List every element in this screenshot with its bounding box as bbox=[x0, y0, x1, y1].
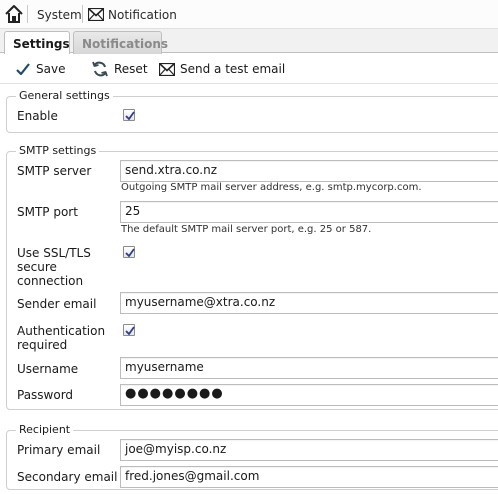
username-input[interactable]: myusername bbox=[120, 357, 498, 379]
home-icon[interactable] bbox=[3, 3, 25, 25]
password-input[interactable]: ●●●●●●●● bbox=[120, 384, 498, 406]
tab-settings[interactable]: Settings bbox=[4, 31, 70, 55]
breadcrumb-notification[interactable]: Notification bbox=[108, 8, 177, 22]
smtp-server-label: SMTP server bbox=[17, 164, 92, 178]
save-icon bbox=[15, 61, 31, 77]
smtp-port-input[interactable]: 25 bbox=[120, 201, 498, 223]
breadcrumb-system[interactable]: System bbox=[37, 8, 82, 22]
reset-label: Reset bbox=[114, 62, 148, 76]
secondary-email-label: Secondary email bbox=[17, 470, 118, 484]
smtp-settings-legend: SMTP settings bbox=[16, 144, 100, 158]
smtp-port-label: SMTP port bbox=[17, 205, 78, 219]
send-test-email-label: Send a test email bbox=[180, 62, 286, 76]
enable-checkbox[interactable] bbox=[123, 109, 135, 121]
primary-email-input[interactable]: joe@myisp.co.nz bbox=[120, 439, 498, 461]
smtp-server-input[interactable]: send.xtra.co.nz bbox=[120, 160, 498, 182]
smtp-port-hint: The default SMTP mail server port, e.g. … bbox=[121, 224, 372, 235]
enable-label: Enable bbox=[17, 109, 58, 123]
toolbar: Save Reset Send a test email bbox=[0, 54, 498, 84]
envelope-icon bbox=[159, 62, 175, 76]
ssl-label-line3: connection bbox=[17, 274, 84, 288]
sender-email-input[interactable]: myusername@xtra.co.nz bbox=[120, 292, 498, 314]
send-test-email-button[interactable]: Send a test email bbox=[159, 59, 285, 79]
secondary-email-input[interactable]: fred.jones@gmail.com bbox=[120, 466, 498, 488]
general-settings-group: General settings bbox=[6, 89, 498, 133]
breadcrumb-divider bbox=[27, 5, 28, 23]
ssl-label-line1: Use SSL/TLS bbox=[17, 246, 91, 260]
general-settings-legend: General settings bbox=[16, 89, 113, 103]
refresh-icon bbox=[91, 60, 109, 78]
breadcrumb-divider bbox=[82, 5, 83, 23]
username-label: Username bbox=[17, 362, 79, 376]
ssl-label-line2: secure bbox=[17, 260, 57, 274]
auth-label-line1: Authentication bbox=[17, 324, 106, 338]
breadcrumb: System Notification bbox=[0, 0, 498, 29]
smtp-server-hint: Outgoing SMTP mail server address, e.g. … bbox=[121, 182, 422, 193]
auth-label-line2: required bbox=[17, 338, 68, 352]
sender-email-label: Sender email bbox=[17, 297, 97, 311]
auth-checkbox[interactable] bbox=[123, 324, 135, 336]
recipient-legend: Recipient bbox=[16, 423, 74, 437]
save-button[interactable]: Save bbox=[15, 59, 65, 79]
primary-email-label: Primary email bbox=[17, 443, 101, 457]
envelope-icon bbox=[87, 7, 105, 22]
tab-bar: Settings Notifications bbox=[0, 29, 498, 55]
tab-notifications[interactable]: Notifications bbox=[73, 31, 168, 54]
save-label: Save bbox=[36, 62, 66, 76]
ssl-checkbox[interactable] bbox=[123, 246, 135, 258]
reset-button[interactable]: Reset bbox=[91, 59, 148, 79]
password-label: Password bbox=[17, 388, 74, 402]
